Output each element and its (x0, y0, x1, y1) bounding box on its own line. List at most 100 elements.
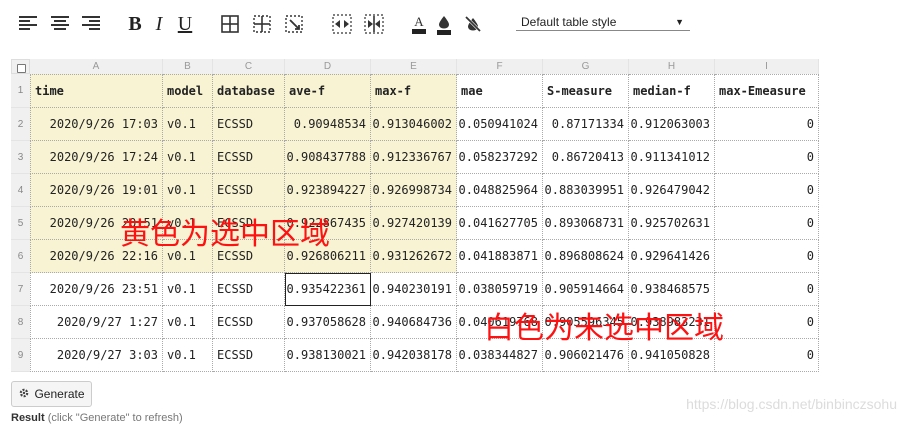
table-cell[interactable]: 0.896808624 (543, 240, 629, 273)
column-header-b[interactable]: B (163, 59, 213, 74)
shrink-columns-icon[interactable] (363, 13, 385, 35)
table-cell[interactable]: 0.913046002 (371, 108, 457, 141)
fill-color-icon[interactable] (434, 13, 454, 37)
table-style-select[interactable]: Default table style ▼ (516, 13, 690, 31)
table-cell[interactable]: 0.883039951 (543, 174, 629, 207)
table-cell[interactable]: 0.926806211 (285, 240, 371, 273)
header-cell[interactable]: max-f (371, 74, 457, 108)
table-cell[interactable]: 2020/9/27 3:03 (30, 339, 163, 372)
table-cell[interactable]: 0.940230191 (371, 273, 457, 306)
table-cell[interactable]: 0.906021476 (543, 339, 629, 372)
header-cell[interactable]: max-Emeasure (715, 74, 819, 108)
table-cell[interactable]: 0.058237292 (457, 141, 543, 174)
table-cell[interactable]: 0.86720413 (543, 141, 629, 174)
table-cell[interactable]: 0.038059719 (457, 273, 543, 306)
table-cell[interactable]: 2020/9/26 17:24 (30, 141, 163, 174)
table-cell[interactable]: ECSSD (213, 273, 285, 306)
table-cell[interactable]: 0 (715, 339, 819, 372)
align-right-icon[interactable] (81, 13, 101, 33)
table-cell[interactable]: 0.938468575 (629, 273, 715, 306)
table-cell[interactable]: 0.927420139 (371, 207, 457, 240)
align-center-icon[interactable] (50, 13, 70, 33)
table-cell[interactable]: v0.1 (163, 207, 213, 240)
table-cell[interactable]: 0.938130021 (285, 339, 371, 372)
column-header-h[interactable]: H (629, 59, 715, 74)
table-cell[interactable]: 0 (715, 273, 819, 306)
table-cell[interactable]: 0.929641426 (629, 240, 715, 273)
table-cell[interactable]: ECSSD (213, 108, 285, 141)
table-cell[interactable]: 0 (715, 306, 819, 339)
column-header-g[interactable]: G (543, 59, 629, 74)
inner-borders-icon[interactable] (252, 14, 272, 34)
table-cell[interactable]: 0 (715, 240, 819, 273)
table-cell[interactable]: v0.1 (163, 240, 213, 273)
column-header-e[interactable]: E (371, 59, 457, 74)
table-cell[interactable]: 0.912063003 (629, 108, 715, 141)
underline-icon[interactable]: U (176, 12, 194, 36)
table-cell[interactable]: 0.905596345 (543, 306, 629, 339)
table-cell[interactable]: 0.937058628 (285, 306, 371, 339)
table-cell[interactable]: ECSSD (213, 141, 285, 174)
row-header-6[interactable]: 6 (11, 240, 30, 273)
all-borders-icon[interactable] (220, 14, 240, 34)
header-cell[interactable]: time (30, 74, 163, 108)
table-cell[interactable]: 0.87171334 (543, 108, 629, 141)
table-cell[interactable]: v0.1 (163, 141, 213, 174)
row-header-2[interactable]: 2 (11, 108, 30, 141)
header-cell[interactable]: mae (457, 74, 543, 108)
header-cell[interactable]: median-f (629, 74, 715, 108)
table-cell[interactable]: 0.90948534 (285, 108, 371, 141)
column-header-f[interactable]: F (457, 59, 543, 74)
row-header-3[interactable]: 3 (11, 141, 30, 174)
generate-button[interactable]: Generate (11, 381, 92, 407)
row-header-5[interactable]: 5 (11, 207, 30, 240)
table-cell[interactable]: ECSSD (213, 207, 285, 240)
table-cell[interactable]: v0.1 (163, 273, 213, 306)
table-cell[interactable]: 0.912336767 (371, 141, 457, 174)
table-cell[interactable]: 0.938983231 (629, 306, 715, 339)
table-cell[interactable]: v0.1 (163, 174, 213, 207)
row-header-1[interactable]: 1 (11, 74, 30, 108)
clear-borders-icon[interactable] (284, 14, 304, 34)
table-cell[interactable]: 0 (715, 174, 819, 207)
table-cell[interactable]: 0.922867435 (285, 207, 371, 240)
table-cell[interactable]: 0 (715, 108, 819, 141)
table-cell[interactable]: 0.940684736 (371, 306, 457, 339)
table-cell[interactable]: ECSSD (213, 339, 285, 372)
table-cell[interactable]: 2020/9/27 1:27 (30, 306, 163, 339)
table-cell[interactable]: 0.925702631 (629, 207, 715, 240)
table-cell[interactable]: ECSSD (213, 174, 285, 207)
table-cell[interactable]: 0.041627705 (457, 207, 543, 240)
table-cell[interactable]: 0.893068731 (543, 207, 629, 240)
table-cell[interactable]: 0.041883871 (457, 240, 543, 273)
text-color-icon[interactable]: A (409, 13, 429, 37)
clear-format-icon[interactable] (462, 13, 484, 35)
table-cell[interactable]: ECSSD (213, 240, 285, 273)
table-cell[interactable]: 0.926998734 (371, 174, 457, 207)
table-cell[interactable]: 0 (715, 141, 819, 174)
bold-icon[interactable]: B (126, 12, 144, 36)
header-cell[interactable]: model (163, 74, 213, 108)
table-cell[interactable]: 2020/9/26 19:01 (30, 174, 163, 207)
table-cell[interactable]: 0.911341012 (629, 141, 715, 174)
table-cell[interactable]: 0.926479042 (629, 174, 715, 207)
select-all-corner[interactable] (11, 59, 30, 74)
column-header-d[interactable]: D (285, 59, 371, 74)
table-cell[interactable]: 0.931262672 (371, 240, 457, 273)
italic-icon[interactable]: I (152, 12, 166, 36)
align-left-icon[interactable] (18, 13, 38, 33)
table-cell[interactable]: 0.942038178 (371, 339, 457, 372)
table-cell[interactable]: 0.908437788 (285, 141, 371, 174)
expand-columns-icon[interactable] (331, 13, 353, 35)
table-cell[interactable]: v0.1 (163, 108, 213, 141)
table-cell[interactable]: v0.1 (163, 306, 213, 339)
row-header-7[interactable]: 7 (11, 273, 30, 306)
column-header-c[interactable]: C (213, 59, 285, 74)
table-cell[interactable]: 0.040619768 (457, 306, 543, 339)
table-cell[interactable]: 0 (715, 207, 819, 240)
column-header-i[interactable]: I (715, 59, 819, 74)
table-cell[interactable]: 0.923894227 (285, 174, 371, 207)
table-cell[interactable]: 2020/9/26 17:03 (30, 108, 163, 141)
header-cell[interactable]: S-measure (543, 74, 629, 108)
table-cell[interactable]: 0.941050828 (629, 339, 715, 372)
